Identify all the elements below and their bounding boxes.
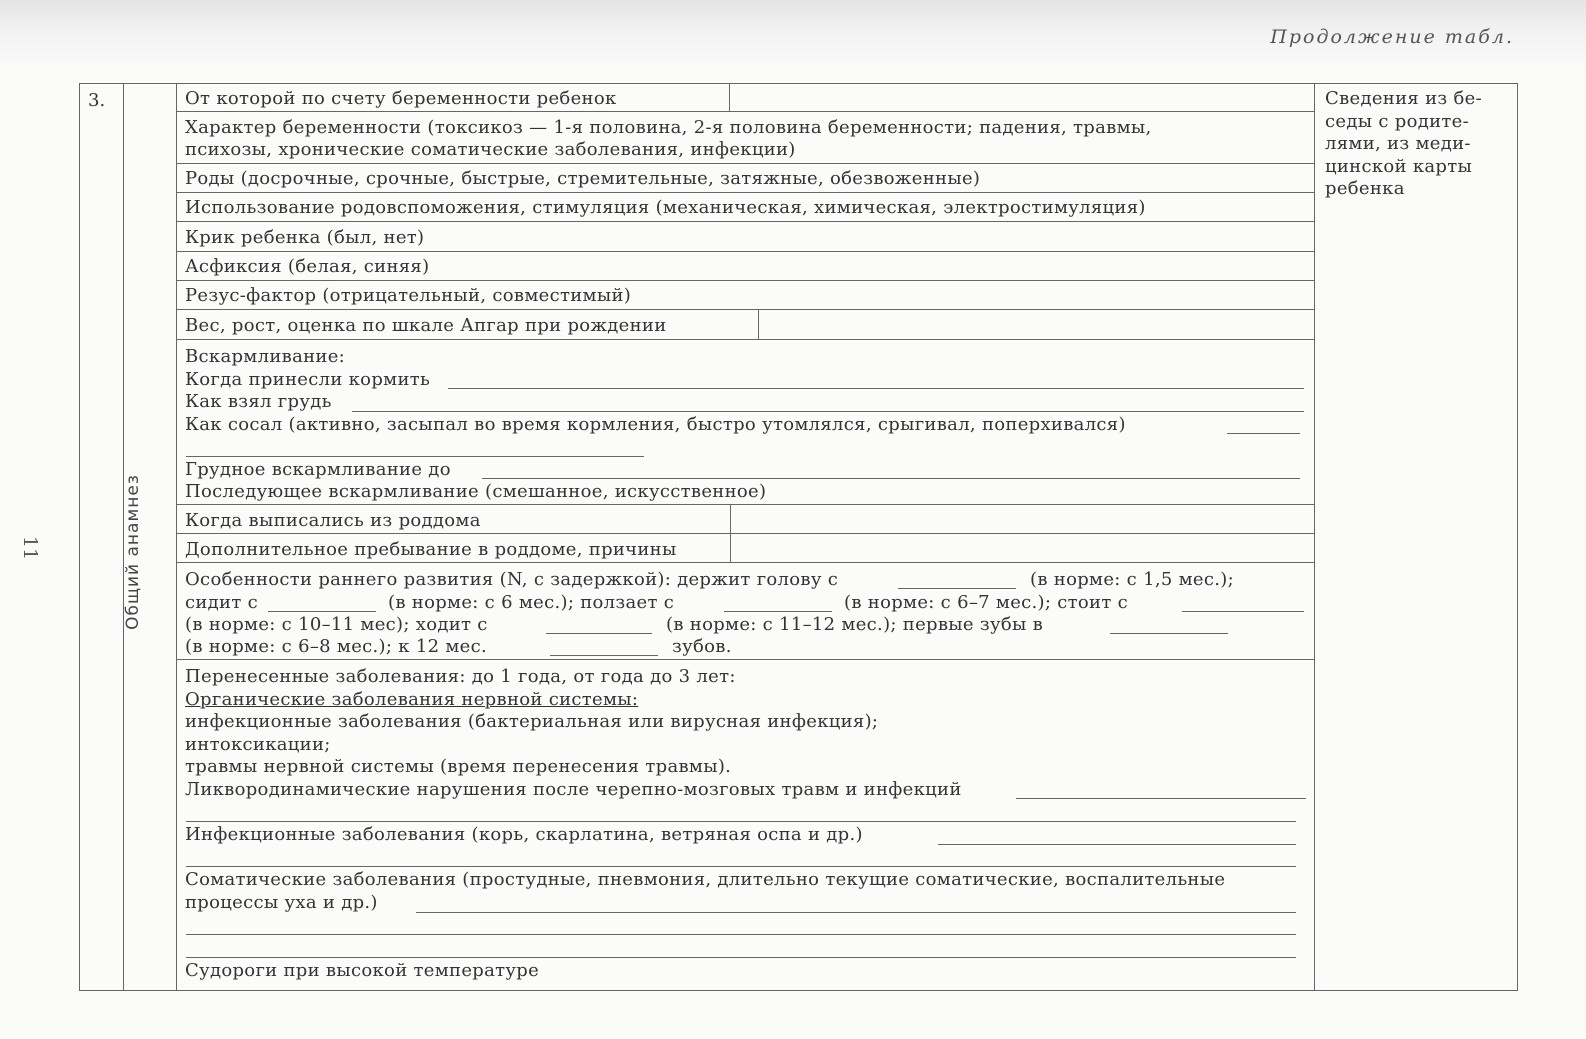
answer-line <box>186 456 644 457</box>
table-row: Вес, рост, оценка по шкале Апгар при рож… <box>176 310 1314 340</box>
continuation-label: Продолжение табл. <box>1270 26 1514 48</box>
row-number: 3. <box>88 90 106 111</box>
answer-line <box>186 957 1296 958</box>
table-row: Использование родовспоможения, стимуляци… <box>176 193 1314 222</box>
table-row: Перенесенные заболевания: до 1 года, от … <box>176 660 1314 990</box>
table-row: Роды (досрочные, срочные, быстрые, стрем… <box>176 164 1314 193</box>
table-row: Характер беременности (токсикоз — 1-я по… <box>176 112 1314 164</box>
table-row: Особенности раннего развития (N, с задер… <box>176 563 1314 660</box>
answer-line <box>186 934 1296 935</box>
answer-line <box>898 588 1016 589</box>
answer-line <box>352 411 1304 412</box>
column-divider-note <box>1314 84 1315 990</box>
answer-line <box>186 866 1296 867</box>
table-row: Крик ребенка (был, нет) <box>176 222 1314 252</box>
answer-line <box>1110 633 1228 634</box>
answer-line <box>1227 433 1300 434</box>
table-row: Резус-фактор (отрицательный, совместимый… <box>176 281 1314 310</box>
answer-line <box>1016 798 1306 799</box>
table-row: Вскармливание: Когда принесли кормить Ка… <box>176 340 1314 505</box>
answer-line <box>268 611 376 612</box>
answer-line <box>416 912 1296 913</box>
table-row: Асфиксия (белая, синяя) <box>176 252 1314 281</box>
table-row: Когда выписались из роддома <box>176 505 1314 534</box>
answer-cell-divider <box>730 534 731 562</box>
answer-cell-divider <box>730 505 731 533</box>
page-number: 11 <box>19 535 42 561</box>
answer-line <box>448 388 1304 389</box>
answer-line <box>1182 611 1304 612</box>
answer-line <box>938 844 1296 845</box>
source-note: Сведения из бе- седы с родите- лями, из … <box>1325 88 1482 200</box>
answer-line <box>550 655 658 656</box>
table-row: От которой по счету беременности ребенок <box>176 84 1314 112</box>
answer-line <box>482 478 1300 479</box>
answer-line <box>546 633 652 634</box>
anamnesis-table: 3. Общий анамнез От которой по счету бер… <box>79 83 1518 991</box>
table-row: Дополнительное пребывание в роддоме, при… <box>176 534 1314 563</box>
answer-line <box>186 821 1296 822</box>
answer-cell-divider <box>758 310 759 339</box>
answer-line <box>724 611 832 612</box>
answer-cell-divider <box>729 84 730 111</box>
